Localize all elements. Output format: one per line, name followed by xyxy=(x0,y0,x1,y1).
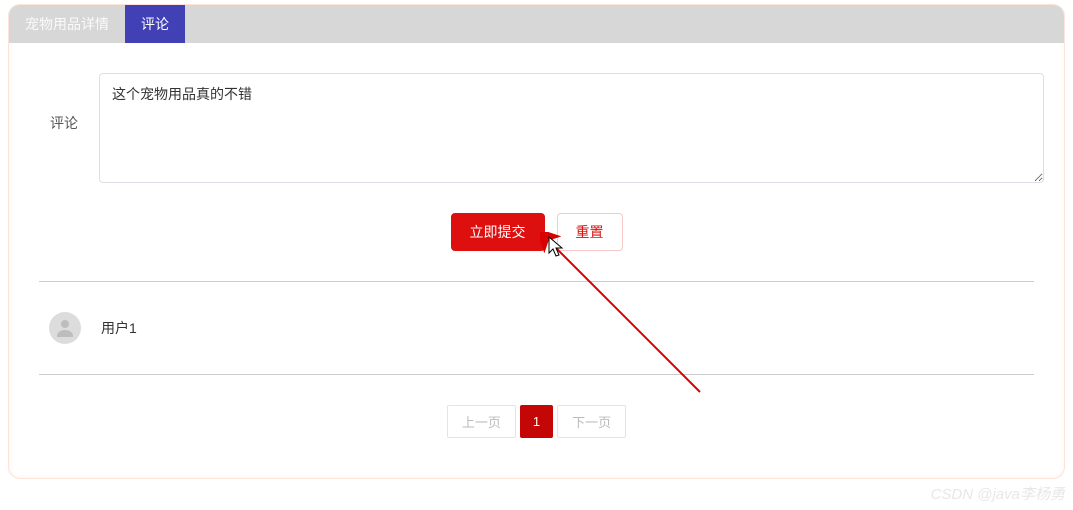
list-item: 用户1 xyxy=(39,282,1034,375)
tab-content: 评论 立即提交 重置 用户1 上一页 1 下一页 xyxy=(9,43,1064,478)
avatar xyxy=(49,312,81,344)
comment-label: 评论 xyxy=(29,73,99,133)
pagination: 上一页 1 下一页 xyxy=(29,375,1044,458)
main-panel: 宠物用品详情 评论 评论 立即提交 重置 用户1 上一页 xyxy=(8,4,1065,479)
submit-button[interactable]: 立即提交 xyxy=(451,213,545,251)
next-page-button[interactable]: 下一页 xyxy=(557,405,626,438)
watermark: CSDN @java李杨勇 xyxy=(931,483,1065,504)
user-icon xyxy=(53,316,77,340)
button-row: 立即提交 重置 xyxy=(29,203,1044,281)
username: 用户1 xyxy=(101,318,137,338)
tab-comment[interactable]: 评论 xyxy=(125,5,185,43)
comment-list: 用户1 xyxy=(39,281,1034,375)
page-number-current[interactable]: 1 xyxy=(520,405,553,438)
prev-page-button[interactable]: 上一页 xyxy=(447,405,516,438)
reset-button[interactable]: 重置 xyxy=(557,213,623,251)
comment-input[interactable] xyxy=(99,73,1044,183)
tab-bar: 宠物用品详情 评论 xyxy=(9,5,1064,43)
comment-form-row: 评论 xyxy=(29,73,1044,183)
tab-detail[interactable]: 宠物用品详情 xyxy=(9,5,125,43)
